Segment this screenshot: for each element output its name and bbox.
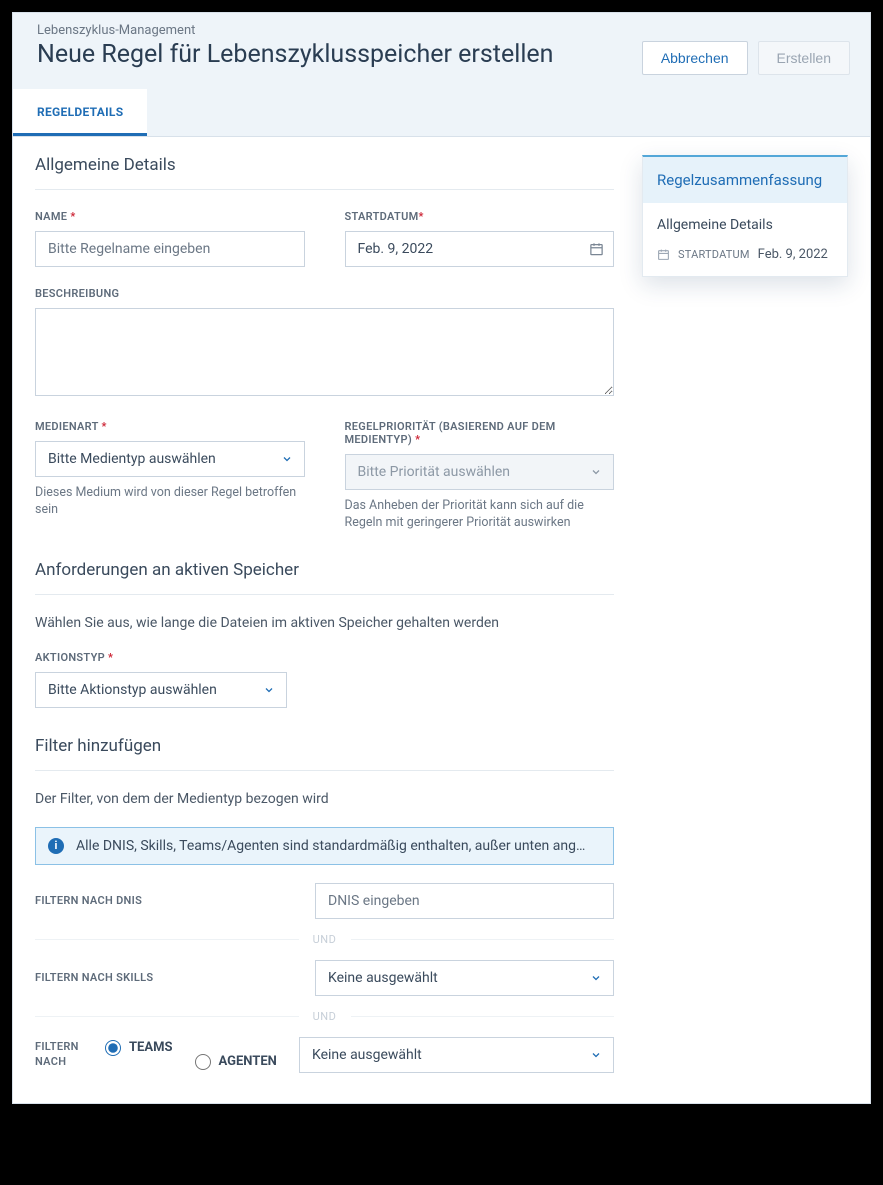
priority-select[interactable]: Bitte Priorität auswählen: [345, 454, 615, 490]
description-textarea[interactable]: [35, 308, 614, 396]
and-divider: UND: [35, 1010, 614, 1023]
section-title-active: Anforderungen an aktiven Speicher: [35, 560, 614, 595]
radio-teams[interactable]: TEAMS: [105, 1040, 173, 1056]
filters-desc: Der Filter, von dem der Medientyp bezoge…: [35, 791, 614, 807]
name-label: NAME *: [35, 210, 305, 223]
media-label: MEDIENART *: [35, 420, 305, 433]
radio-agents[interactable]: AGENTEN: [195, 1054, 277, 1070]
tab-regeldetails[interactable]: REGELDETAILS: [13, 89, 147, 136]
create-button[interactable]: Erstellen: [758, 41, 850, 75]
startdate-input[interactable]: [345, 231, 615, 267]
breadcrumb: Lebenszyklus-Management: [37, 23, 642, 38]
section-title-filters: Filter hinzufügen: [35, 736, 614, 771]
filter-by-label: FILTERN NACH: [35, 1040, 91, 1069]
tabs: REGELDETAILS: [13, 89, 870, 137]
info-banner: i Alle DNIS, Skills, Teams/Agenten sind …: [35, 827, 614, 865]
summary-section-general: Allgemeine Details: [657, 217, 833, 233]
summary-card: Regelzusammenfassung Allgemeine Details …: [642, 155, 848, 277]
startdate-label: STARTDATUM*: [345, 210, 615, 223]
active-desc: Wählen Sie aus, wie lange die Dateien im…: [35, 615, 614, 631]
filter-dnis-label: FILTERN NACH DNIS: [35, 894, 285, 907]
cancel-button[interactable]: Abbrechen: [642, 41, 748, 75]
priority-label: REGELPRIORITÄT (BASIEREND AUF DEM MEDIEN…: [345, 420, 615, 446]
filter-teams-select[interactable]: Keine ausgewählt: [299, 1037, 614, 1073]
name-input[interactable]: [35, 231, 305, 267]
summary-sidebar: Regelzusammenfassung Allgemeine Details …: [642, 155, 848, 1073]
description-label: BESCHREIBUNG: [35, 287, 614, 300]
page-header: Lebenszyklus-Management Neue Regel für L…: [13, 13, 870, 89]
media-helper: Dieses Medium wird von dieser Regel betr…: [35, 485, 305, 519]
filter-skills-label: FILTERN NACH SKILLS: [35, 971, 285, 984]
info-text: Alle DNIS, Skills, Teams/Agenten sind st…: [76, 838, 585, 854]
main-form: Allgemeine Details NAME * STARTDATUM*: [35, 155, 614, 1073]
summary-row-startdate: STARTDATUM Feb. 9, 2022: [657, 247, 833, 262]
page-title: Neue Regel für Lebenszyklusspeicher erst…: [37, 40, 642, 69]
info-icon: i: [48, 838, 64, 854]
summary-title: Regelzusammenfassung: [643, 157, 847, 203]
radio-agents-input[interactable]: [195, 1054, 211, 1070]
radio-teams-input[interactable]: [105, 1040, 121, 1056]
action-select[interactable]: Bitte Aktionstyp auswählen: [35, 672, 287, 708]
action-label: AKTIONSTYP *: [35, 651, 287, 664]
calendar-icon: [657, 248, 670, 261]
media-select[interactable]: Bitte Medientyp auswählen: [35, 441, 305, 477]
section-title-general: Allgemeine Details: [35, 155, 614, 190]
app-window: Lebenszyklus-Management Neue Regel für L…: [12, 12, 871, 1104]
and-divider: UND: [35, 933, 614, 946]
filter-dnis-input[interactable]: [315, 883, 614, 919]
filter-skills-select[interactable]: Keine ausgewählt: [315, 960, 614, 996]
priority-helper: Das Anheben der Priorität kann sich auf …: [345, 498, 615, 532]
